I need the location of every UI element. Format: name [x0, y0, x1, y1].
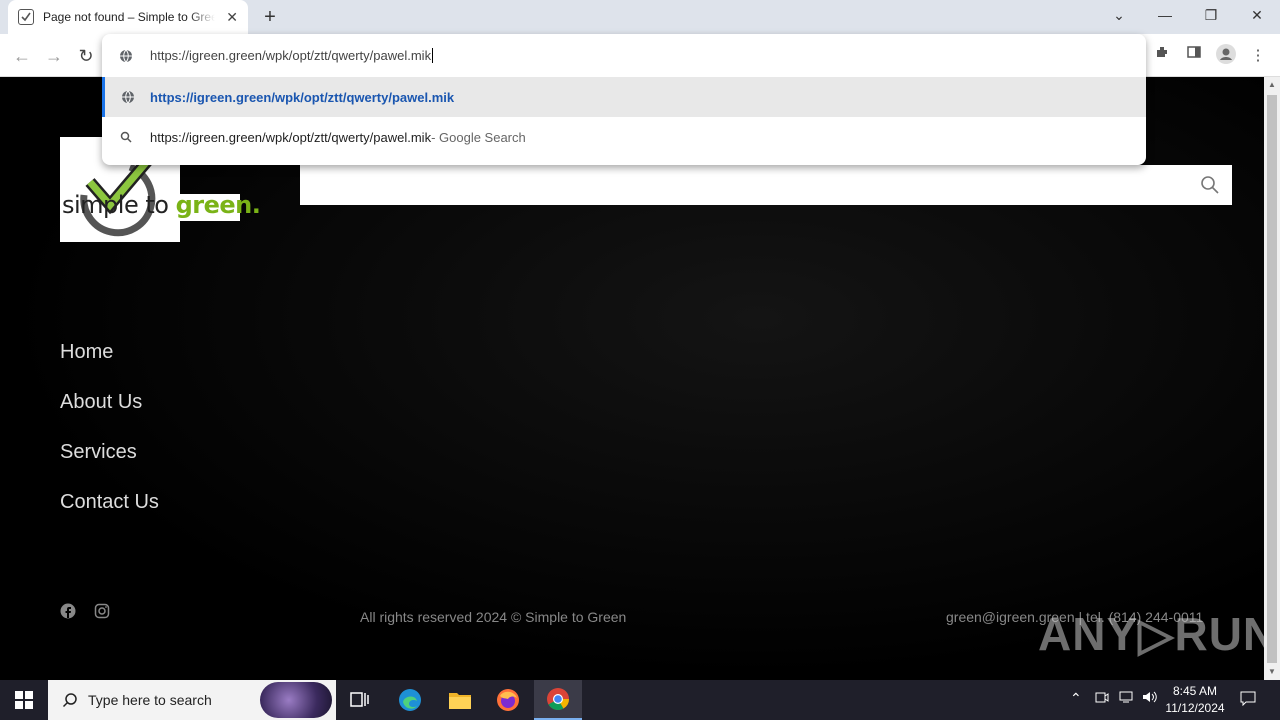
suggestion-url[interactable]: https://igreen.green/wpk/opt/ztt/qwerty/…	[102, 77, 1146, 117]
close-window-button[interactable]: ✕	[1242, 4, 1272, 26]
menu-kebab-icon[interactable]: ⋮	[1246, 44, 1270, 68]
file-explorer-icon[interactable]	[436, 680, 484, 720]
restore-button[interactable]: ❐	[1196, 4, 1226, 26]
web-page: simple to green. Home About Us Services …	[0, 77, 1264, 680]
search-icon[interactable]	[1200, 175, 1220, 195]
footer-copyright: All rights reserved 2024 © Simple to Gre…	[360, 609, 627, 625]
task-view-icon[interactable]	[336, 680, 384, 720]
profile-avatar-icon[interactable]	[1214, 44, 1238, 68]
taskbar-clock[interactable]: 8:45 AM 11/12/2024	[1162, 683, 1228, 717]
extensions-icon[interactable]	[1150, 44, 1174, 68]
meet-now-icon[interactable]	[1095, 690, 1109, 707]
side-panel-icon[interactable]	[1182, 44, 1206, 68]
search-icon	[102, 131, 150, 143]
minimize-button[interactable]: —	[1150, 4, 1180, 26]
firefox-icon[interactable]	[484, 680, 532, 720]
tab-search-chevron-icon[interactable]: ⌄	[1104, 4, 1134, 26]
new-tab-button[interactable]: +	[258, 5, 282, 29]
taskbar-search[interactable]: Type here to search	[48, 680, 336, 720]
clock-time: 8:45 AM	[1172, 684, 1218, 698]
back-button[interactable]: ←	[10, 44, 34, 68]
taskbar-search-placeholder: Type here to search	[88, 692, 212, 708]
facebook-icon[interactable]	[60, 603, 76, 619]
forward-button[interactable]: →	[42, 44, 66, 68]
nav-services[interactable]: Services	[60, 441, 137, 464]
text-caret	[432, 48, 434, 63]
network-icon[interactable]	[1119, 690, 1135, 707]
anyrun-watermark: ANY▷RUN	[1038, 608, 1264, 660]
tray-chevron-up-icon[interactable]: ⌃	[1070, 690, 1082, 707]
site-favicon-icon	[18, 9, 34, 25]
address-bar[interactable]: https://igreen.green/wpk/opt/ztt/qwerty/…	[102, 34, 1146, 77]
suggestion-text: https://igreen.green/wpk/opt/ztt/qwerty/…	[150, 89, 455, 105]
nav-about-us[interactable]: About Us	[60, 391, 142, 414]
omnibox-dropdown: https://igreen.green/wpk/opt/ztt/qwerty/…	[102, 34, 1146, 165]
volume-icon[interactable]	[1142, 690, 1158, 707]
start-button[interactable]	[0, 680, 48, 720]
globe-icon	[105, 90, 150, 104]
globe-icon	[102, 49, 150, 63]
windows-logo-icon	[15, 691, 33, 709]
tab-title: Page not found – Simple to Green	[43, 10, 215, 24]
suggestion-suffix: - Google Search	[431, 129, 526, 145]
edge-icon[interactable]	[386, 680, 434, 720]
logo-wordmark: simple to green.	[62, 191, 261, 219]
chrome-icon[interactable]	[534, 680, 582, 720]
scroll-down-arrow-icon[interactable]: ▼	[1264, 664, 1280, 680]
nav-home[interactable]: Home	[60, 341, 113, 364]
site-search-input[interactable]	[300, 165, 1232, 205]
page-scrollbar[interactable]: ▲ ▼	[1264, 77, 1280, 680]
clock-date: 11/12/2024	[1165, 701, 1225, 715]
suggestion-search[interactable]: https://igreen.green/wpk/opt/ztt/qwerty/…	[102, 117, 1146, 157]
tab-strip: Page not found – Simple to Green ✕ + ⌄ —…	[0, 0, 1280, 34]
instagram-icon[interactable]	[94, 603, 110, 619]
address-input-text: https://igreen.green/wpk/opt/ztt/qwerty/…	[150, 48, 432, 63]
search-highlight-image	[260, 682, 332, 718]
tab-close-icon[interactable]: ✕	[226, 9, 238, 26]
windows-taskbar: Type here to search ⌃ 8:45 AM 11/12/2024	[0, 680, 1280, 720]
browser-tab[interactable]: Page not found – Simple to Green ✕	[8, 0, 248, 34]
notifications-icon[interactable]	[1240, 690, 1256, 709]
scroll-up-arrow-icon[interactable]: ▲	[1264, 77, 1280, 93]
search-icon	[62, 693, 77, 708]
nav-contact-us[interactable]: Contact Us	[60, 491, 159, 514]
reload-button[interactable]: ↻	[74, 44, 98, 68]
scrollbar-thumb[interactable]	[1267, 95, 1277, 663]
suggestion-text: https://igreen.green/wpk/opt/ztt/qwerty/…	[150, 129, 432, 145]
